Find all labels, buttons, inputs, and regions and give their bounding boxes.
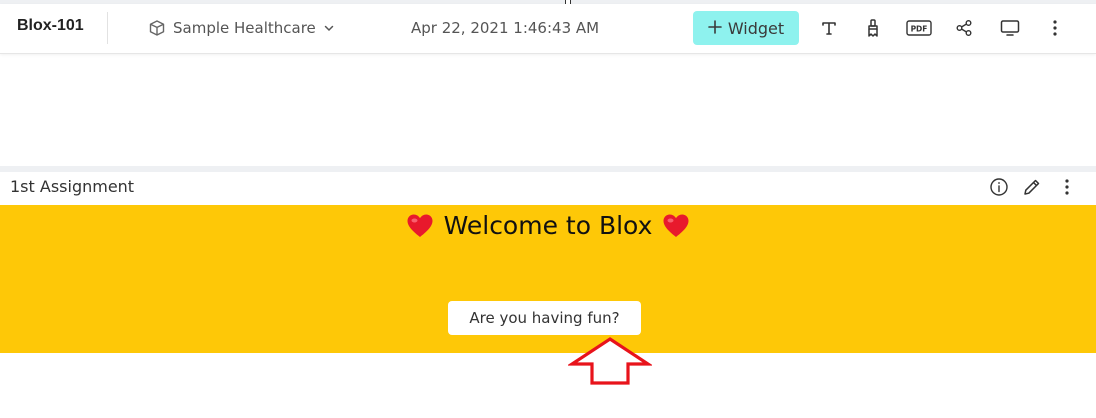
text-icon[interactable] [817,16,841,40]
dataset-name: Sample Healthcare [173,19,316,37]
arrow-up-icon [568,337,652,385]
widget-more-icon[interactable] [1056,176,1078,198]
add-widget-label: Widget [727,18,785,38]
share-icon[interactable] [952,16,976,40]
pencil-icon[interactable] [1021,176,1043,198]
paint-brush-icon[interactable] [861,16,885,40]
monitor-icon[interactable] [998,16,1022,40]
widget-title: 1st Assignment [10,177,135,196]
header-divider [107,12,108,44]
timestamp: Apr 22, 2021 1:46:43 AM [411,19,600,37]
widget-body: Welcome to Blox Are you having fun? [0,205,1096,353]
top-header: Blox-101 Sample Healthcare Apr 22, 2021 … [0,4,1096,54]
heart-icon [407,214,433,237]
welcome-text: Welcome to Blox [443,211,653,240]
dataset-selector[interactable]: Sample Healthcare [148,16,335,40]
cube-icon [148,19,166,37]
pdf-icon-label: PDF [911,25,928,34]
app-title: Blox-101 [17,17,84,34]
pdf-icon[interactable]: PDF [906,16,932,40]
more-vertical-icon[interactable] [1043,16,1067,40]
add-widget-button[interactable]: Widget [693,11,799,45]
having-fun-button[interactable]: Are you having fun? [448,301,641,335]
widget-header: 1st Assignment [0,172,1096,205]
welcome-heading: Welcome to Blox [0,211,1096,240]
page: Blox-101 Sample Healthcare Apr 22, 2021 … [0,0,1096,418]
plus-icon [708,19,722,38]
heart-icon [663,214,689,237]
info-icon[interactable] [988,176,1010,198]
chevron-down-icon [323,22,335,34]
